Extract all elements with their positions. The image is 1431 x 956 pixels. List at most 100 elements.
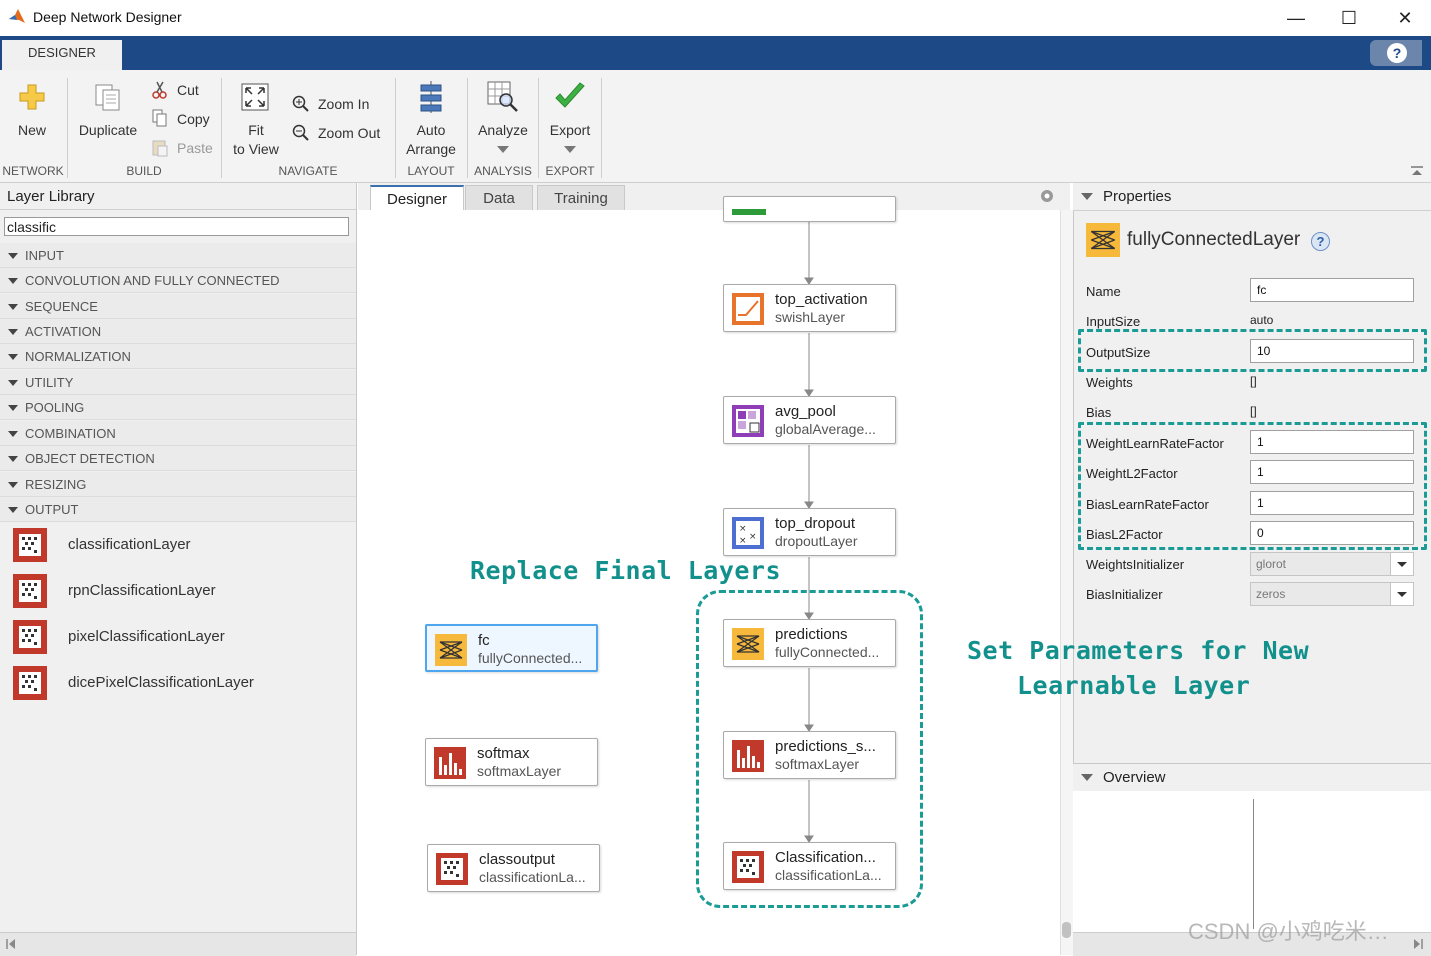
collapse-ribbon-icon[interactable] bbox=[1410, 165, 1424, 180]
category-normalization[interactable]: NORMALIZATION bbox=[0, 344, 356, 369]
node-name: classoutput bbox=[479, 851, 555, 868]
layer-library-title: Layer Library bbox=[0, 183, 356, 210]
collapse-icon[interactable] bbox=[1081, 193, 1093, 200]
fully-connected-icon bbox=[1086, 223, 1120, 260]
auto-label-1: Auto bbox=[416, 122, 446, 138]
layer-search-input[interactable]: classific bbox=[4, 217, 349, 236]
category-combination[interactable]: COMBINATION bbox=[0, 421, 356, 446]
chevron-down-icon[interactable] bbox=[1390, 583, 1413, 605]
new-button[interactable]: New bbox=[8, 121, 56, 140]
maximize-button[interactable]: ☐ bbox=[1326, 4, 1372, 32]
zoom-in-button[interactable]: Zoom In bbox=[318, 96, 369, 112]
svg-text:×: × bbox=[739, 536, 747, 546]
analyze-dropdown-icon[interactable] bbox=[497, 146, 509, 153]
library-item-dicepixelclassificationlayer[interactable]: dicePixelClassificationLayer bbox=[0, 660, 356, 706]
scroll-left-icon[interactable] bbox=[5, 938, 17, 953]
export-dropdown-icon[interactable] bbox=[564, 146, 576, 153]
layer-node-top-activation[interactable]: top_activation swishLayer bbox=[723, 284, 896, 332]
prop-label-bias: Bias bbox=[1086, 405, 1112, 420]
weightsinitializer-select[interactable]: glorot bbox=[1250, 552, 1414, 576]
chevron-down-icon[interactable] bbox=[1390, 553, 1413, 575]
canvas-options-icon[interactable] bbox=[1040, 189, 1054, 206]
library-item-classificationlayer[interactable]: classificationLayer bbox=[0, 522, 356, 568]
tab-data[interactable]: Data bbox=[465, 185, 533, 211]
zoom-out-button[interactable]: Zoom Out bbox=[318, 125, 380, 141]
paste-button[interactable]: Paste bbox=[177, 140, 213, 156]
properties-header[interactable]: Properties bbox=[1073, 183, 1431, 211]
group-label-navigate: NAVIGATE bbox=[278, 164, 338, 178]
scissors-icon bbox=[152, 81, 168, 102]
group-label-build: BUILD bbox=[126, 164, 162, 178]
library-item-label: rpnClassificationLayer bbox=[68, 582, 216, 599]
fit-to-view-button[interactable]: Fit to View bbox=[228, 121, 284, 159]
biasinitializer-select[interactable]: zeros bbox=[1250, 582, 1414, 606]
category-resizing[interactable]: RESIZING bbox=[0, 472, 356, 497]
library-item-label: pixelClassificationLayer bbox=[68, 628, 225, 645]
copy-button[interactable]: Copy bbox=[177, 111, 210, 127]
category-convolution[interactable]: CONVOLUTION AND FULLY CONNECTED bbox=[0, 268, 356, 293]
help-button[interactable]: ? bbox=[1370, 40, 1422, 66]
auto-arrange-button[interactable]: Auto Arrange bbox=[400, 121, 462, 159]
minimize-button[interactable]: — bbox=[1273, 4, 1319, 32]
duplicate-button[interactable]: Duplicate bbox=[74, 121, 142, 140]
layer-node-avg-pool[interactable]: avg_pool globalAverage... bbox=[723, 396, 896, 444]
zoom-in-icon bbox=[292, 95, 310, 116]
copy-icon bbox=[152, 109, 168, 130]
weights-value: [] bbox=[1250, 374, 1257, 388]
layer-node-softmax[interactable]: softmax softmaxLayer bbox=[425, 738, 598, 786]
node-type: globalAverage... bbox=[775, 421, 876, 437]
category-output[interactable]: OUTPUT bbox=[0, 497, 356, 522]
library-item-pixelclassificationlayer[interactable]: pixelClassificationLayer bbox=[0, 614, 356, 660]
zoom-out-icon bbox=[292, 124, 310, 145]
library-item-rpnclassificationlayer[interactable]: rpnClassificationLayer bbox=[0, 568, 356, 614]
svg-text:×: × bbox=[749, 532, 757, 542]
learn-rate-highlight bbox=[1078, 422, 1427, 550]
overview-title: Overview bbox=[1103, 769, 1166, 786]
category-pooling[interactable]: POOLING bbox=[0, 395, 356, 420]
collapse-icon[interactable] bbox=[1081, 774, 1093, 781]
category-utility[interactable]: UTILITY bbox=[0, 370, 356, 395]
auto-label-2: Arrange bbox=[406, 141, 456, 157]
analyze-button[interactable]: Analyze bbox=[472, 121, 534, 140]
scroll-thumb[interactable] bbox=[1062, 922, 1071, 938]
overview-minimap[interactable] bbox=[1073, 791, 1431, 932]
category-object-detection[interactable]: OBJECT DETECTION bbox=[0, 446, 356, 471]
library-scrollbar[interactable] bbox=[0, 932, 356, 956]
layer-node-classoutput[interactable]: classoutput classificationLa... bbox=[427, 844, 600, 892]
prop-label-weightsinitializer: WeightsInitializer bbox=[1086, 557, 1185, 572]
group-label-layout: LAYOUT bbox=[407, 164, 455, 178]
canvas-scrollbar[interactable] bbox=[1060, 210, 1073, 955]
layer-node-top-dropout[interactable]: × × × top_dropout dropoutLayer bbox=[723, 508, 896, 556]
fit-label-1: Fit bbox=[248, 122, 264, 138]
layer-node-fc[interactable]: fc fullyConnected... bbox=[425, 624, 598, 672]
tab-designer-canvas[interactable]: Designer bbox=[370, 185, 464, 212]
bias-value: [] bbox=[1250, 404, 1257, 418]
library-item-label: dicePixelClassificationLayer bbox=[68, 674, 254, 691]
name-field[interactable]: fc bbox=[1250, 278, 1414, 302]
title-bar: Deep Network Designer — ☐ ✕ bbox=[0, 0, 1431, 36]
dropout-icon: × × × bbox=[732, 517, 764, 549]
library-item-label: classificationLayer bbox=[68, 536, 191, 553]
tab-designer[interactable]: DESIGNER bbox=[2, 40, 122, 70]
category-activation[interactable]: ACTIVATION bbox=[0, 319, 356, 344]
cut-button[interactable]: Cut bbox=[177, 82, 199, 98]
close-button[interactable]: ✕ bbox=[1382, 4, 1428, 32]
separator bbox=[395, 78, 396, 178]
category-input[interactable]: INPUT bbox=[0, 243, 356, 268]
node-name: fc bbox=[478, 632, 490, 649]
node-type: softmaxLayer bbox=[477, 763, 562, 779]
category-sequence[interactable]: SEQUENCE bbox=[0, 294, 356, 319]
pooling-icon bbox=[732, 405, 764, 437]
scroll-right-icon[interactable] bbox=[1412, 938, 1424, 953]
tab-training[interactable]: Training bbox=[537, 185, 625, 211]
export-button[interactable]: Export bbox=[542, 121, 598, 140]
separator bbox=[467, 78, 468, 178]
node-name: top_activation bbox=[775, 291, 868, 308]
properties-title: Properties bbox=[1103, 188, 1172, 205]
help-icon[interactable]: ? bbox=[1311, 232, 1330, 251]
overview-header[interactable]: Overview bbox=[1073, 763, 1431, 792]
layer-node-partial[interactable] bbox=[723, 196, 896, 222]
classification-layer-icon bbox=[13, 620, 47, 654]
checkmark-icon bbox=[554, 82, 586, 115]
group-label-analysis: ANALYSIS bbox=[474, 164, 532, 178]
